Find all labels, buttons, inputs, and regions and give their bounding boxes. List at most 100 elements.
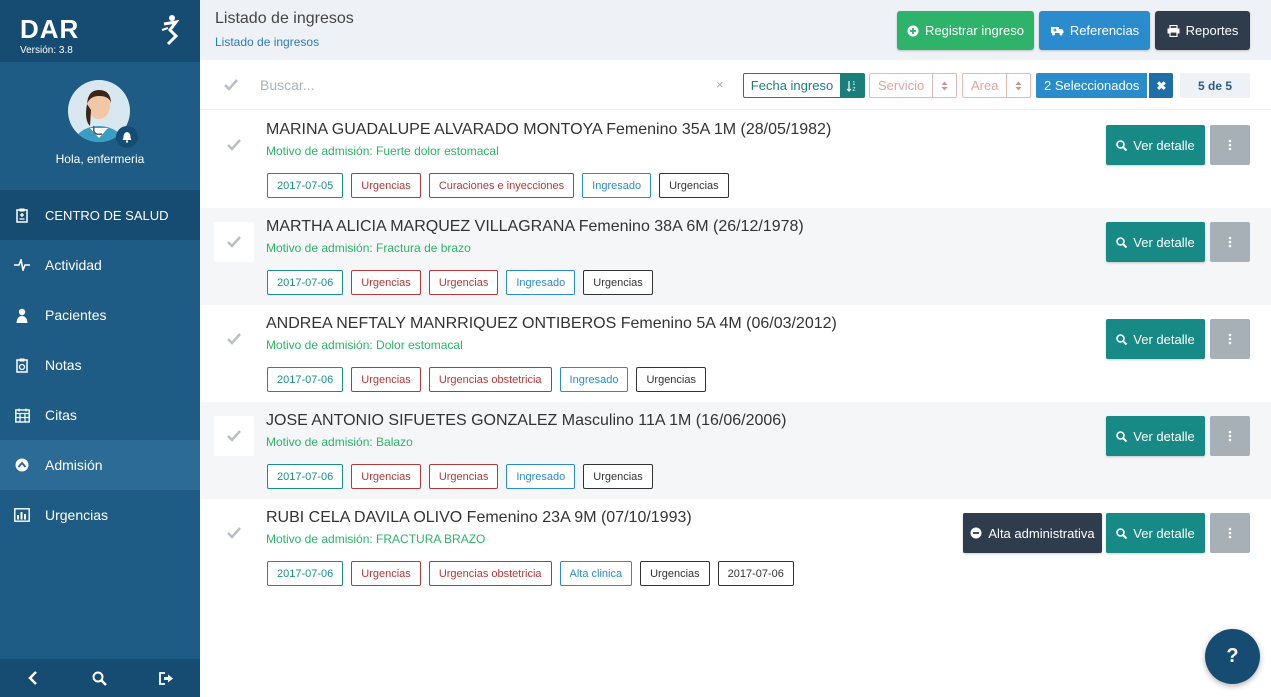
list-item[interactable]: MARTHA ALICIA MARQUEZ VILLAGRANA Femenin…: [200, 208, 1271, 305]
admission-icon: [14, 457, 30, 473]
servicio-select[interactable]: Servicio: [869, 73, 957, 98]
alta-administrativa-button[interactable]: Alta administrativa: [963, 513, 1102, 553]
ver-detalle-label: Ver detalle: [1133, 525, 1195, 541]
area-tag: Urgencias: [428, 270, 499, 295]
ver-detalle-button[interactable]: Ver detalle: [1106, 319, 1205, 359]
fecha-ingreso-select[interactable]: Fecha ingreso 1Z: [743, 73, 865, 98]
patient-name: ANDREA NEFTALY MANRRIQUEZ ONTIBEROS Feme…: [266, 315, 837, 332]
reportes-button[interactable]: Reportes: [1155, 11, 1250, 50]
area-tag: Urgencias: [428, 464, 499, 489]
admission-motive: Motivo de admisión: FRACTURA BRAZO: [266, 532, 486, 546]
more-options-button[interactable]: [1210, 319, 1250, 359]
ver-detalle-button[interactable]: Ver detalle: [1106, 125, 1205, 165]
search-icon: [1116, 333, 1128, 345]
ver-detalle-label: Ver detalle: [1133, 234, 1195, 250]
area-select[interactable]: Area: [962, 73, 1031, 98]
list-item[interactable]: JOSE ANTONIO SIFUETES GONZALEZ Masculino…: [200, 402, 1271, 499]
plus-circle-icon: [907, 25, 919, 36]
registrar-ingreso-button[interactable]: Registrar ingreso: [897, 11, 1034, 50]
service-tag: Urgencias: [351, 561, 421, 586]
date-tag: 2017-07-06: [267, 270, 344, 295]
ver-detalle-label: Ver detalle: [1133, 137, 1195, 153]
tag-group: 2017-07-05 Urgencias Curaciones e inyecc…: [267, 173, 729, 198]
sort-arrows-icon: [1006, 74, 1030, 97]
select-all-check-icon[interactable]: [222, 76, 240, 94]
admission-motive: Motivo de admisión: Fractura de brazo: [266, 241, 471, 255]
admission-list: MARINA GUADALUPE ALVARADO MONTOYA Femeni…: [200, 111, 1271, 596]
date-tag: 2017-07-05: [267, 173, 344, 198]
vertical-dots-icon: [1228, 430, 1232, 442]
greeting: Hola, enfermeria: [55, 152, 145, 166]
sort-asc-icon[interactable]: 1Z: [840, 74, 864, 97]
date-tag: 2017-07-06: [267, 464, 344, 489]
more-options-button[interactable]: [1210, 416, 1250, 456]
status-tag: Alta clinica: [559, 561, 633, 586]
search-input[interactable]: [260, 73, 700, 97]
chevron-left-icon[interactable]: [23, 668, 43, 688]
minus-circle-icon: [970, 527, 982, 539]
search-icon: [1116, 527, 1128, 539]
brand-version: Versión: 3.8: [20, 45, 73, 56]
sidebar-item-centro-de-salud[interactable]: CENTRO DE SALUD: [0, 190, 200, 240]
clipboard-icon: [14, 207, 30, 223]
sidebar-item-pacientes[interactable]: Pacientes: [0, 290, 200, 340]
app: DAR Versión: 3.8 Hola, enfermeria CENTRO…: [0, 0, 1271, 697]
row-check-icon[interactable]: [214, 513, 254, 553]
more-options-button[interactable]: [1210, 513, 1250, 553]
area-tag: Urgencias obstetricia: [428, 367, 552, 392]
row-check-icon[interactable]: [214, 125, 254, 165]
search-icon: [1116, 236, 1128, 248]
row-check-icon[interactable]: [214, 222, 254, 262]
alta-administrativa-label: Alta administrativa: [988, 525, 1095, 541]
row-check-icon[interactable]: [214, 319, 254, 359]
ver-detalle-button[interactable]: Ver detalle: [1106, 222, 1205, 262]
bell-icon[interactable]: [116, 126, 138, 148]
patient-name: MARINA GUADALUPE ALVARADO MONTOYA Femeni…: [266, 121, 832, 138]
logout-icon[interactable]: [157, 668, 177, 688]
ver-detalle-button[interactable]: Ver detalle: [1106, 416, 1205, 456]
status-tag: Ingresado: [582, 173, 652, 198]
servicio-label: Servicio: [878, 78, 925, 93]
clear-search-icon[interactable]: ×: [716, 77, 724, 92]
search-icon: [1116, 430, 1128, 442]
list-item[interactable]: MARINA GUADALUPE ALVARADO MONTOYA Femeni…: [200, 111, 1271, 208]
type-tag: Urgencias: [640, 561, 710, 586]
sidebar-item-actividad[interactable]: Actividad: [0, 240, 200, 290]
breadcrumb[interactable]: Listado de ingresos: [215, 35, 319, 49]
date-tag: 2017-07-06: [267, 561, 344, 586]
patient-name: JOSE ANTONIO SIFUETES GONZALEZ Masculino…: [266, 412, 787, 429]
sort-arrows-icon: [932, 74, 956, 97]
more-options-button[interactable]: [1210, 222, 1250, 262]
ver-detalle-button[interactable]: Ver detalle: [1106, 513, 1205, 553]
svg-text:Z: Z: [853, 87, 856, 92]
sidebar: DAR Versión: 3.8 Hola, enfermeria CENTRO…: [0, 0, 200, 697]
clear-selection-icon[interactable]: ✖: [1149, 73, 1174, 98]
result-count: 5 de 5: [1180, 73, 1250, 98]
vertical-dots-icon: [1228, 527, 1232, 539]
area-tag: Urgencias obstetricia: [428, 561, 552, 586]
date-tag: 2017-07-06: [267, 367, 344, 392]
help-button[interactable]: ?: [1205, 629, 1260, 684]
user-icon: [14, 307, 30, 323]
search-icon[interactable]: [90, 668, 110, 688]
list-item[interactable]: ANDREA NEFTALY MANRRIQUEZ ONTIBEROS Feme…: [200, 305, 1271, 402]
ver-detalle-label: Ver detalle: [1133, 428, 1195, 444]
vertical-dots-icon: [1228, 139, 1232, 151]
sidebar-item-notas[interactable]: Notas: [0, 340, 200, 390]
row-check-icon[interactable]: [214, 416, 254, 456]
sidebar-item-citas[interactable]: Citas: [0, 390, 200, 440]
fecha-ingreso-label: Fecha ingreso: [750, 78, 834, 93]
calendar-icon: [14, 407, 30, 423]
ver-detalle-label: Ver detalle: [1133, 331, 1195, 347]
vertical-dots-icon: [1228, 236, 1232, 248]
sidebar-item-admision[interactable]: Admisión: [0, 440, 200, 490]
selected-count-badge[interactable]: 2 Seleccionados ✖: [1036, 73, 1174, 98]
more-options-button[interactable]: [1210, 125, 1250, 165]
list-item[interactable]: RUBI CELA DAVILA OLIVO Femenino 23A 9M (…: [200, 499, 1271, 596]
service-tag: Urgencias: [351, 270, 421, 295]
patient-name: RUBI CELA DAVILA OLIVO Femenino 23A 9M (…: [266, 509, 692, 526]
referencias-button[interactable]: Referencias: [1039, 11, 1150, 50]
status-tag: Ingresado: [506, 270, 576, 295]
selected-count-label: 2 Seleccionados: [1036, 73, 1148, 98]
sidebar-item-urgencias[interactable]: Urgencias: [0, 490, 200, 540]
